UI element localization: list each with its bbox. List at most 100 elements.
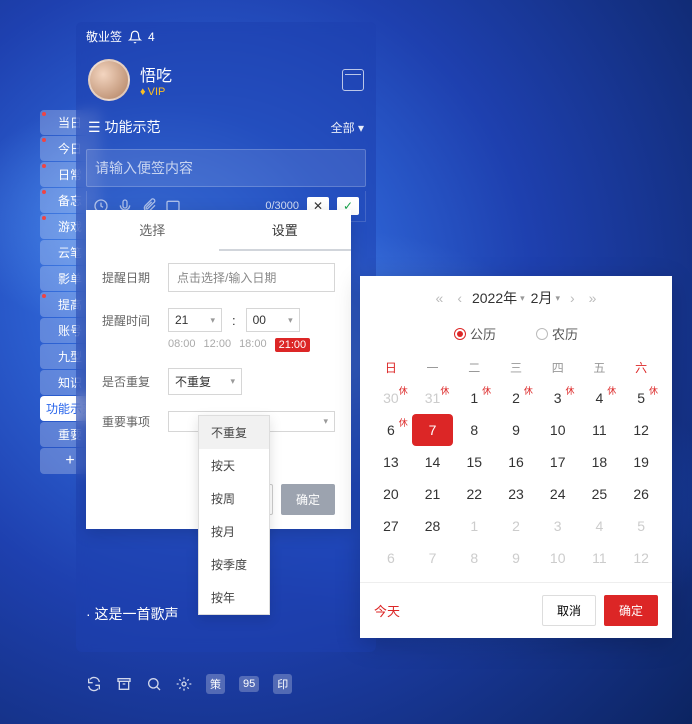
calendar-day[interactable]: 9 — [495, 542, 537, 574]
minute-select[interactable]: 00 — [246, 308, 300, 332]
settings-icon[interactable] — [176, 676, 192, 692]
bell-icon[interactable] — [128, 30, 142, 44]
calendar-day[interactable]: 10 — [537, 542, 579, 574]
section-head: ☰ 功能示范 全部 ▾ — [76, 109, 376, 145]
dow: 五 — [579, 353, 621, 382]
time-preset[interactable]: 08:00 — [168, 338, 196, 352]
calendar-day[interactable]: 19 — [620, 446, 662, 478]
dow: 三 — [495, 353, 537, 382]
calendar-day[interactable]: 18 — [579, 446, 621, 478]
calendar-day[interactable]: 6 — [370, 542, 412, 574]
calendar-day[interactable]: 4 — [579, 510, 621, 542]
badge-3[interactable]: 印 — [273, 674, 292, 694]
calendar-day[interactable]: 5休 — [620, 382, 662, 414]
calendar-day[interactable]: 13 — [370, 446, 412, 478]
time-presets: 08:00 12:00 18:00 21:00 — [168, 338, 335, 352]
vip-badge: ♦ VIP — [140, 86, 172, 98]
calendar-day[interactable]: 3休 — [537, 382, 579, 414]
calendar-day[interactable]: 5 — [620, 510, 662, 542]
calendar-day[interactable]: 25 — [579, 478, 621, 510]
confirm-button[interactable]: 确定 — [281, 484, 335, 515]
bottom-bar: 策 95 印 — [86, 674, 292, 694]
repeat-option[interactable]: 按周 — [199, 482, 269, 515]
badge-1[interactable]: 策 — [206, 674, 225, 694]
month-select[interactable]: 2月 — [531, 288, 560, 308]
calendar-confirm-button[interactable]: 确定 — [604, 595, 658, 626]
prev-month-icon[interactable]: ‹ — [453, 290, 466, 306]
repeat-option[interactable]: 不重复 — [199, 416, 269, 449]
calendar-day[interactable]: 17 — [537, 446, 579, 478]
repeat-select[interactable]: 不重复 — [168, 368, 242, 395]
calendar-icon[interactable] — [342, 69, 364, 91]
time-preset[interactable]: 12:00 — [204, 338, 232, 352]
repeat-option[interactable]: 按天 — [199, 449, 269, 482]
calendar-day[interactable]: 24 — [537, 478, 579, 510]
app-title: 敬业签 — [86, 28, 122, 45]
calendar-type-solar[interactable]: 公历 — [454, 324, 496, 343]
filter-all[interactable]: 全部 ▾ — [331, 119, 364, 136]
sync-icon[interactable] — [86, 676, 102, 692]
calendar-day[interactable]: 23 — [495, 478, 537, 510]
calendar-day[interactable]: 31休 — [412, 382, 454, 414]
dow: 六 — [620, 353, 662, 382]
note-input[interactable]: 请输入便签内容 — [86, 149, 366, 187]
calendar-day[interactable]: 12 — [620, 542, 662, 574]
calendar-day[interactable]: 1 — [453, 510, 495, 542]
calendar-day[interactable]: 8 — [453, 414, 495, 446]
search-icon[interactable] — [146, 676, 162, 692]
song-item[interactable]: · 这是一首歌声 — [86, 604, 179, 624]
calendar-day[interactable]: 9 — [495, 414, 537, 446]
calendar-day[interactable]: 26 — [620, 478, 662, 510]
calendar-day[interactable]: 1休 — [453, 382, 495, 414]
time-preset[interactable]: 21:00 — [275, 338, 311, 352]
badge-2[interactable]: 95 — [239, 676, 259, 692]
calendar-day[interactable]: 8 — [453, 542, 495, 574]
repeat-option[interactable]: 按月 — [199, 515, 269, 548]
settings-tabs: 选择 设置 — [86, 210, 351, 251]
repeat-option[interactable]: 按季度 — [199, 548, 269, 581]
next-month-icon[interactable]: › — [566, 290, 579, 306]
calendar-day[interactable]: 7 — [412, 542, 454, 574]
dow: 一 — [412, 353, 454, 382]
calendar-day[interactable]: 16 — [495, 446, 537, 478]
calendar-day[interactable]: 7 — [412, 414, 454, 446]
calendar-day[interactable]: 20 — [370, 478, 412, 510]
calendar-day[interactable]: 4休 — [579, 382, 621, 414]
repeat-label: 是否重复 — [102, 373, 158, 390]
hour-select[interactable]: 21 — [168, 308, 222, 332]
archive-icon[interactable] — [116, 676, 132, 692]
calendar-day[interactable]: 15 — [453, 446, 495, 478]
calendar-day[interactable]: 11 — [579, 414, 621, 446]
repeat-option[interactable]: 按年 — [199, 581, 269, 614]
time-preset[interactable]: 18:00 — [239, 338, 267, 352]
tab-settings[interactable]: 设置 — [219, 210, 352, 251]
next-year-icon[interactable]: » — [585, 290, 601, 306]
calendar-day[interactable]: 22 — [453, 478, 495, 510]
avatar[interactable] — [88, 59, 130, 101]
calendar-day[interactable]: 12 — [620, 414, 662, 446]
tab-select[interactable]: 选择 — [86, 210, 219, 251]
calendar-type-lunar[interactable]: 农历 — [536, 324, 578, 343]
user-row: 悟吃 ♦ VIP — [76, 51, 376, 109]
calendar-day[interactable]: 3 — [537, 510, 579, 542]
prev-year-icon[interactable]: « — [432, 290, 448, 306]
notif-count: 4 — [148, 30, 155, 44]
calendar-day[interactable]: 2休 — [495, 382, 537, 414]
repeat-dropdown: 不重复按天按周按月按季度按年 — [198, 415, 270, 615]
calendar-day[interactable]: 30休 — [370, 382, 412, 414]
calendar-day[interactable]: 14 — [412, 446, 454, 478]
dow: 四 — [537, 353, 579, 382]
calendar-day[interactable]: 2 — [495, 510, 537, 542]
calendar-day[interactable]: 27 — [370, 510, 412, 542]
calendar-day[interactable]: 21 — [412, 478, 454, 510]
calendar-grid: 日一二三四五六30休31休1休2休3休4休5休6休789101112131415… — [360, 353, 672, 582]
calendar-cancel-button[interactable]: 取消 — [542, 595, 596, 626]
calendar-day[interactable]: 28 — [412, 510, 454, 542]
year-select[interactable]: 2022年 — [472, 288, 525, 308]
calendar-day[interactable]: 10 — [537, 414, 579, 446]
today-link[interactable]: 今天 — [374, 601, 400, 620]
calendar-day[interactable]: 11 — [579, 542, 621, 574]
calendar-day[interactable]: 6休 — [370, 414, 412, 446]
dow: 二 — [453, 353, 495, 382]
date-input[interactable]: 点击选择/输入日期 — [168, 263, 335, 292]
